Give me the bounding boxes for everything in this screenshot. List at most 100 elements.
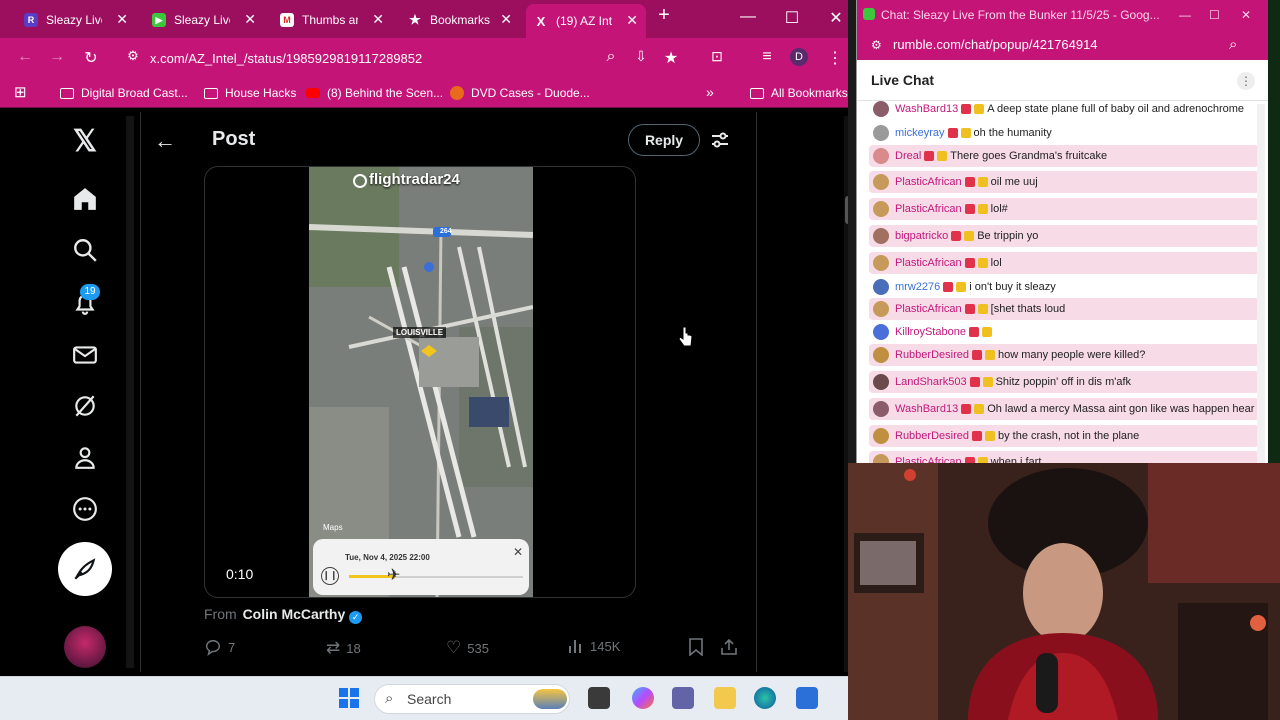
more-bookmarks-icon[interactable]: »: [706, 84, 714, 100]
media-icon[interactable]: ≡: [756, 48, 778, 66]
search-icon[interactable]: [66, 231, 104, 269]
taskbar-search-input[interactable]: ⌕ Search: [374, 684, 570, 714]
new-tab-icon[interactable]: +: [654, 4, 674, 27]
user-avatar[interactable]: [873, 228, 889, 244]
all-bookmarks-folder[interactable]: All Bookmarks: [750, 86, 848, 100]
chat-username[interactable]: LandShark503: [895, 376, 967, 388]
user-avatar[interactable]: [873, 324, 889, 340]
close-icon[interactable]: ✕: [626, 12, 638, 29]
back-arrow-icon[interactable]: ←: [154, 128, 176, 154]
messages-envelope-icon[interactable]: [66, 336, 104, 374]
chat-username[interactable]: RubberDesired: [895, 349, 969, 361]
x-logo-icon[interactable]: 𝕏: [66, 122, 104, 160]
tab-4-active[interactable]: X (19) AZ Inte ✕: [526, 4, 646, 38]
user-avatar[interactable]: [873, 428, 889, 444]
user-avatar[interactable]: [873, 454, 889, 463]
reply-count-button[interactable]: 7: [204, 638, 235, 656]
bookmark-folder[interactable]: Digital Broad Cast...: [60, 86, 188, 100]
address-bar[interactable]: x.com/AZ_Intel_/status/19859298191172898…: [118, 42, 638, 76]
bookmark-star-icon[interactable]: ★: [660, 48, 682, 68]
user-avatar[interactable]: [873, 255, 889, 271]
reload-icon[interactable]: ↻: [80, 48, 102, 68]
install-icon[interactable]: ⇩: [630, 48, 652, 65]
user-avatar[interactable]: [873, 125, 889, 141]
more-circle-icon[interactable]: [66, 490, 104, 528]
scrollbar-thumb[interactable]: [845, 196, 848, 224]
grok-icon[interactable]: [66, 387, 104, 425]
minimize-icon[interactable]: —: [738, 8, 758, 26]
maximize-icon[interactable]: ☐: [1209, 0, 1220, 30]
user-avatar[interactable]: [873, 148, 889, 164]
plane-scrubber-icon[interactable]: ✈: [387, 565, 400, 585]
tab-3[interactable]: ★ Bookmarks ✕: [400, 6, 520, 34]
close-icon[interactable]: ✕: [116, 11, 128, 28]
copilot-icon[interactable]: [632, 687, 654, 709]
menu-icon[interactable]: ⋮: [824, 48, 846, 68]
tab-0[interactable]: R Sleazy Live f ✕: [16, 6, 136, 34]
chat-address-bar[interactable]: ⚙ rumble.com/chat/popup/421764914 ⌕: [857, 30, 1268, 60]
apps-grid-icon[interactable]: ⊞: [14, 83, 27, 101]
close-playback-icon[interactable]: ✕: [513, 545, 523, 559]
user-avatar[interactable]: [873, 174, 889, 190]
chat-username[interactable]: PlasticAfrican: [895, 303, 962, 315]
user-avatar[interactable]: [873, 374, 889, 390]
compose-post-button[interactable]: [58, 542, 112, 596]
chat-username[interactable]: mickeyray: [895, 127, 945, 139]
profile-person-icon[interactable]: [66, 438, 104, 476]
zoom-icon[interactable]: ⌕: [1229, 30, 1237, 60]
close-window-icon[interactable]: ✕: [1241, 0, 1251, 30]
store-icon[interactable]: [796, 687, 818, 709]
video-player[interactable]: flightradar24 264 LOUISVILLE Maps Tue, N…: [204, 166, 636, 598]
chat-username[interactable]: mrw2276: [895, 281, 940, 293]
bookmark-link[interactable]: DVD Cases - Duode...: [450, 86, 590, 100]
tab-2[interactable]: M Thumbs and ✕: [272, 6, 392, 34]
chat-username[interactable]: PlasticAfrican: [895, 203, 962, 215]
share-icon[interactable]: [720, 638, 738, 656]
teams-icon[interactable]: [672, 687, 694, 709]
chat-username[interactable]: RubberDesired: [895, 430, 969, 442]
tab-1[interactable]: ▶ Sleazy Live f ✕: [144, 6, 264, 34]
user-avatar[interactable]: [873, 279, 889, 295]
chat-username[interactable]: PlasticAfrican: [895, 257, 962, 269]
chat-username[interactable]: PlasticAfrican: [895, 456, 962, 463]
bookmark-folder[interactable]: House Hacks: [204, 86, 296, 100]
lens-icon[interactable]: ⊡: [706, 48, 728, 65]
back-icon[interactable]: ←: [14, 48, 36, 66]
chat-username[interactable]: WashBard13: [895, 103, 958, 115]
from-author-link[interactable]: Colin McCarthy: [243, 606, 346, 622]
chat-username[interactable]: Dreal: [895, 150, 921, 162]
filter-sliders-icon[interactable]: [710, 130, 730, 155]
profile-avatar[interactable]: D: [790, 48, 808, 66]
account-avatar[interactable]: [64, 626, 106, 668]
reply-button[interactable]: Reply: [628, 124, 700, 156]
chat-username[interactable]: KillroyStabone: [895, 326, 966, 338]
zoom-icon[interactable]: ⌕: [600, 48, 622, 66]
edge-icon[interactable]: [754, 687, 776, 709]
chat-username[interactable]: WashBard13: [895, 403, 958, 415]
close-icon[interactable]: ✕: [372, 11, 384, 28]
user-avatar[interactable]: [873, 101, 889, 117]
forward-icon[interactable]: →: [46, 48, 68, 66]
repost-count-button[interactable]: ⇄ 18: [326, 638, 361, 658]
home-icon[interactable]: [66, 180, 104, 218]
site-info-icon[interactable]: ⚙: [122, 48, 144, 64]
chat-options-icon[interactable]: ⋮: [1237, 72, 1255, 90]
chat-username[interactable]: bigpatricko: [895, 230, 948, 242]
views-count-button[interactable]: 145K: [568, 638, 620, 654]
close-icon[interactable]: ✕: [244, 11, 256, 28]
close-icon[interactable]: ✕: [500, 11, 512, 28]
like-count-button[interactable]: ♡ 535: [446, 638, 489, 658]
chat-username[interactable]: PlasticAfrican: [895, 176, 962, 188]
task-view-icon[interactable]: [588, 687, 610, 709]
sidebar-scrollbar[interactable]: [126, 116, 134, 668]
chat-scrollbar[interactable]: [1257, 104, 1265, 463]
bookmark-icon[interactable]: [688, 638, 704, 656]
file-explorer-icon[interactable]: [714, 687, 736, 709]
windows-start-icon[interactable]: [338, 687, 360, 709]
user-avatar[interactable]: [873, 201, 889, 217]
user-avatar[interactable]: [873, 401, 889, 417]
user-avatar[interactable]: [873, 347, 889, 363]
maximize-icon[interactable]: ☐: [782, 8, 802, 28]
bookmark-link[interactable]: (8) Behind the Scen...: [306, 86, 443, 100]
close-window-icon[interactable]: ✕: [826, 8, 846, 28]
